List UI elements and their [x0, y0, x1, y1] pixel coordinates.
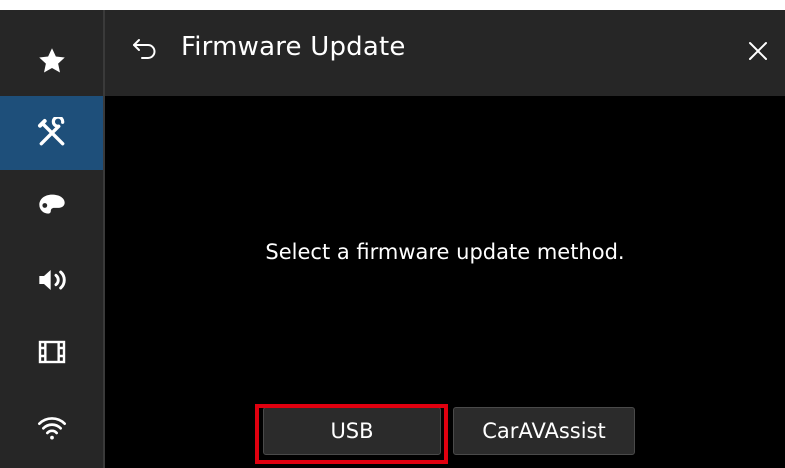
sidebar-item-favorites[interactable]: [0, 24, 103, 98]
tools-icon: [36, 117, 68, 149]
palette-icon: [36, 190, 68, 222]
usb-button[interactable]: USB: [263, 407, 441, 455]
instruction-text: Select a firmware update method.: [265, 240, 625, 264]
sidebar-item-audio[interactable]: [0, 243, 103, 317]
firmware-update-screen: Firmware Update Select a firmware update…: [0, 0, 785, 468]
sidebar-item-video[interactable]: [0, 315, 103, 389]
caravassist-button[interactable]: CarAVAssist: [453, 407, 635, 455]
sidebar-item-theme[interactable]: [0, 169, 103, 243]
film-icon: [36, 336, 68, 368]
back-arrow-icon[interactable]: [131, 38, 157, 66]
header-bar: Firmware Update: [105, 10, 785, 96]
top-frame-edge: [0, 0, 785, 10]
wifi-icon: [36, 411, 68, 443]
sidebar-item-wireless[interactable]: [0, 390, 103, 464]
sidebar: [0, 10, 103, 468]
sidebar-item-system-settings[interactable]: [0, 96, 103, 170]
close-icon[interactable]: [747, 40, 769, 66]
speaker-icon: [36, 264, 68, 296]
star-icon: [37, 46, 67, 76]
page-title: Firmware Update: [181, 32, 406, 62]
